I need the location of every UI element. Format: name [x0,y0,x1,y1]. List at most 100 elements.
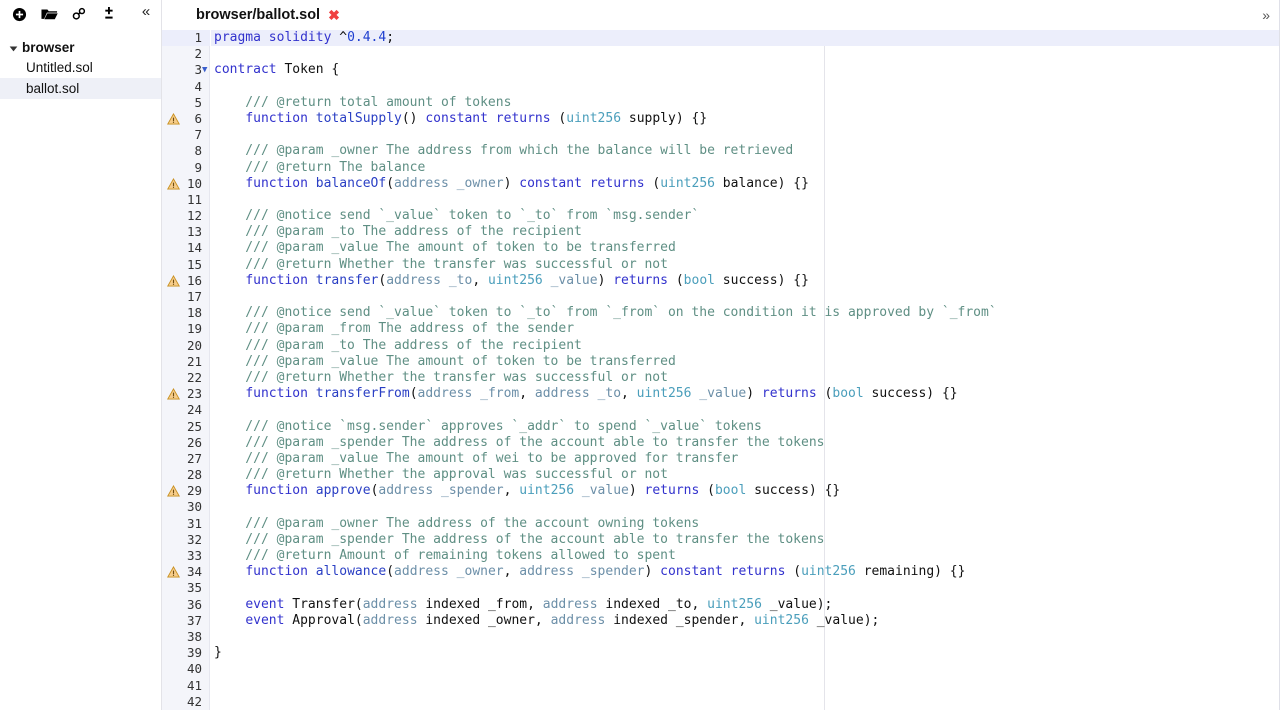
code-line-content: /// @param _owner The address from which… [214,143,794,159]
code-line: 39} [162,645,1280,661]
code-fold-toggle-icon[interactable]: ▼ [202,62,210,78]
line-number: 14 [186,240,202,256]
code-line-content: /// @return total amount of tokens [214,94,512,110]
code-line: 10 function balanceOf(address _owner) co… [162,176,1280,192]
link-icon[interactable] [64,1,94,27]
line-number: 11 [186,191,202,207]
remix-ide-window: « browser Untitled.sol ballot.sol browse… [0,0,1280,710]
code-line-content: /// @notice send `_value` token to `_to`… [214,305,997,321]
code-line: 27 /// @param _value The amount of wei t… [162,451,1280,467]
code-line-content [211,289,1280,305]
editor-area: browser/ballot.sol ✖ » 1 pragma solidity … [162,0,1280,710]
code-line-content: } [214,645,222,661]
code-lines: 1 pragma solidity ^0.4.4; 2 3 ▼ contract Toke… [162,30,1280,710]
line-number: 40 [186,661,202,677]
line-number: 29 [186,483,202,499]
file-explorer-panel: « browser Untitled.sol ballot.sol [0,0,162,710]
line-number: 17 [186,289,202,304]
font-size-icon[interactable] [94,1,124,27]
close-icon[interactable]: ✖ [328,8,340,22]
code-line: 2 [162,46,1280,62]
code-line-content: /// @notice send `_value` token to `_to`… [214,208,700,224]
code-line-content: /// @param _value The amount of token to… [214,353,676,369]
code-line: 20 /// @param _to The address of the rec… [162,338,1280,354]
code-line: 26 /// @param _spender The address of th… [162,435,1280,451]
code-line-content [211,127,1280,143]
code-line-content: /// @param _value The amount of token to… [214,240,676,256]
line-number: 16 [186,272,202,288]
code-line: 36 event Transfer(address indexed _from,… [162,597,1280,613]
line-number: 27 [186,450,202,466]
line-number: 32 [186,531,202,547]
code-line: 17 [162,289,1280,305]
code-line: 23 function transferFrom(address _from, … [162,386,1280,402]
tab-label: browser/ballot.sol [196,6,321,23]
code-line-content [211,79,1280,95]
code-line-content: /// @param _spender The address of the a… [214,434,825,450]
line-number: 25 [186,418,202,434]
code-line-content [211,402,1280,418]
code-line-content: function balanceOf(address _owner) const… [245,175,809,191]
code-line-content: function allowance(address _owner, addre… [245,564,966,580]
tab-browser-ballot-sol[interactable]: browser/ballot.sol ✖ [162,0,354,30]
line-number: 22 [186,369,202,385]
line-number: 7 [194,127,202,143]
file-item-untitled[interactable]: Untitled.sol [0,57,161,78]
code-line-content: event Transfer(address indexed _from, ad… [245,596,833,612]
code-line: 40 [162,661,1280,677]
code-line-content [211,629,1280,645]
code-line-content: /// @param _from The address of the send… [214,321,575,337]
code-line-content: /// @param _to The address of the recipi… [214,224,582,240]
code-line-content: contract Token { [214,62,340,78]
line-number: 21 [186,353,202,369]
code-line-content: pragma solidity ^0.4.4; [211,30,1280,47]
code-line-content: /// @return The balance [214,159,426,175]
code-line-content: /// @param _value The amount of wei to b… [214,450,739,466]
code-line: 8 /// @param _owner The address from whi… [162,143,1280,159]
code-line-content [211,678,1280,694]
code-line-content: /// @param _spender The address of the a… [214,531,825,547]
code-line: 4 [162,79,1280,95]
code-line: 37 event Approval(address indexed _owner… [162,613,1280,629]
code-line: 21 /// @param _value The amount of token… [162,354,1280,370]
code-line: 18 /// @notice send `_value` token to `_… [162,305,1280,321]
code-line: 32 /// @param _spender The address of th… [162,532,1280,548]
collapse-panel-button[interactable]: « [136,2,156,26]
line-number: 5 [194,94,202,110]
code-line: 22 /// @return Whether the transfer was … [162,370,1280,386]
file-item-ballot[interactable]: ballot.sol [0,78,161,99]
open-folder-icon[interactable] [34,1,64,27]
code-line: 11 [162,192,1280,208]
tree-root-browser[interactable]: browser [0,38,161,57]
line-number: 28 [186,467,202,483]
code-line-content [211,661,1280,677]
line-number: 13 [186,224,202,240]
code-line-content [211,694,1280,710]
code-line-content: function approve(address _spender, uint2… [245,483,841,499]
code-line: 24 [162,402,1280,418]
code-line: 31 /// @param _owner The address of the … [162,516,1280,532]
code-line: 28 /// @return Whether the approval was … [162,467,1280,483]
line-number: 19 [186,321,202,337]
code-line-content [211,499,1280,515]
line-number: 26 [186,434,202,450]
line-number: 1 [162,30,210,47]
code-line-content [211,192,1280,208]
line-number: 2 [194,46,202,62]
code-line-content [211,580,1280,596]
tab-overflow-icon[interactable]: » [1262,8,1280,22]
line-number: 38 [186,628,202,644]
line-number: 24 [186,402,202,418]
code-line: 3 ▼ contract Token { [162,62,1280,78]
code-line-content: function transfer(address _to, uint256 _… [245,272,809,288]
code-line: 7 [162,127,1280,143]
create-new-file-icon[interactable] [4,1,34,27]
tree-root-label: browser [22,40,75,55]
code-line: 25 /// @notice `msg.sender` approves `_a… [162,419,1280,435]
code-line-content: /// @return Whether the approval was suc… [214,467,668,483]
code-editor[interactable]: 1 pragma solidity ^0.4.4; 2 3 ▼ contract Toke… [162,30,1280,710]
code-line: 29 function approve(address _spender, ui… [162,483,1280,499]
code-line: 41 [162,678,1280,694]
line-number: 41 [186,677,202,693]
code-line: 33 /// @return Amount of remaining token… [162,548,1280,564]
